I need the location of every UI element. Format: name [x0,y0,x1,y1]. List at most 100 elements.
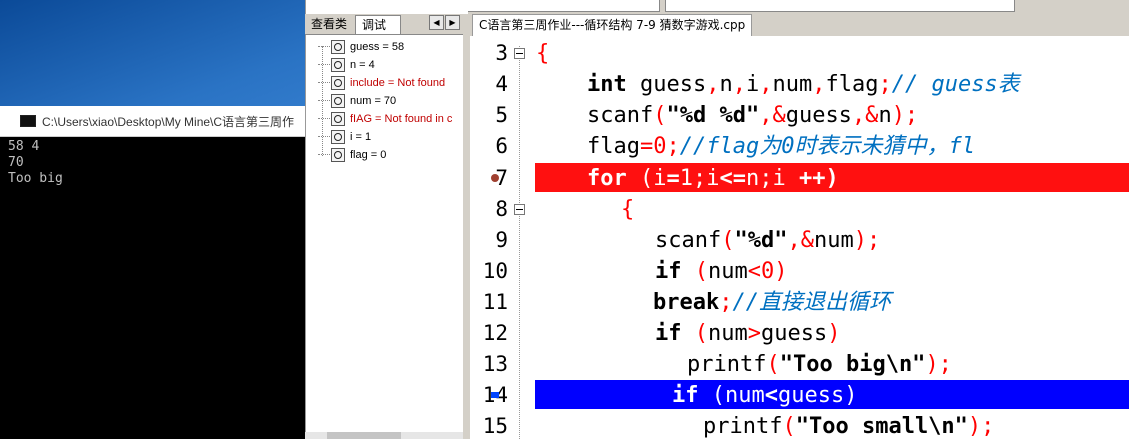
code-token: printf [687,352,767,377]
code-line: 3 { [470,38,1129,69]
watch-item[interactable]: num = 70 [318,92,468,110]
code-token: if [672,383,699,408]
panel-tabs: 查看类 调试 ◀ ▶ [305,14,468,35]
watch-text: num = 70 [350,95,397,107]
panel-splitter[interactable] [463,14,470,439]
code-text: break;//直接退出循环 [653,290,891,315]
code-token: num [708,321,748,346]
watch-icon [331,76,345,90]
tree-connector [318,118,330,120]
code-token: n [719,72,733,97]
code-token: if [655,259,682,284]
console-output-line: Too big [8,171,63,186]
tree-connector [318,46,330,48]
line-number: 8 [495,197,508,221]
code-line: 12 if (num>guess) [470,318,1129,349]
tree-connector [318,82,330,84]
code-comment: //直接退出循环 [732,290,891,315]
code-comment: // guess表 [891,72,1020,97]
watch-text: n = 4 [350,59,375,71]
watch-icon [331,130,345,144]
code-token: int [587,72,627,97]
tree-connector [318,154,330,156]
code-text: int guess,n,i,num,flag;// guess表 [587,72,1020,97]
watch-item[interactable]: include = Not found [318,74,468,92]
console-window[interactable]: C:\Users\xiao\Desktop\My Mine\C语言第三周作 58… [0,106,305,439]
code-token: num [772,72,813,97]
tree-connector [318,64,330,66]
code-token: i [706,166,720,191]
code-comment: //flag为0时表示未猜中，fl [679,134,975,159]
code-token: guess [785,103,852,128]
code-line: 15 printf("Too small\n"); [470,411,1129,439]
console-output-line: 58 4 [8,139,40,154]
code-text: scanf("%d %d",&guess,&n); [587,103,919,128]
code-text: scanf("%d",&num); [655,228,881,253]
watch-text: include = Not found [350,77,446,89]
code-string: "Too small\n" [795,414,968,439]
code-line: 5 scanf("%d %d",&guess,&n); [470,100,1129,131]
tab-class-view[interactable]: 查看类 [305,15,355,34]
watch-text: guess = 58 [350,41,405,53]
watch-item[interactable]: i = 1 [318,128,468,146]
breakpoint-icon[interactable] [491,174,499,182]
code-text: printf("Too small\n"); [703,414,995,439]
code-token: i [772,166,799,191]
tab-scroll-right-button[interactable]: ▶ [445,15,460,30]
watch-item[interactable]: n = 4 [318,56,468,74]
editor-file-tab[interactable]: C语言第三周作业---循环结构 7-9 猜数字游戏.cpp [472,14,753,36]
code-string: "%d %d" [666,103,760,128]
members-dropdown[interactable] [665,0,1015,12]
code-token: guess [778,383,845,408]
code-token: guess [626,72,707,97]
console-app-icon [20,115,36,127]
execution-pointer-icon [491,392,499,398]
code-line: 8 { [470,194,1129,225]
code-line: 9 scanf("%d",&num); [470,225,1129,256]
line-number: 3 [495,41,508,65]
code-text: for (i=1;i<=n;i ++) [587,166,839,191]
code-token: i [745,72,760,97]
code-string: "Too big\n" [779,352,926,377]
watch-icon [331,58,345,72]
code-token: n [878,103,892,128]
code-text: { [621,194,634,225]
tab-scroll-left-button[interactable]: ◀ [429,15,444,30]
watch-icon [331,40,345,54]
code-line-breakpoint: 7 for (i=1;i<=n;i ++) [470,163,1129,194]
code-token: 1 [679,166,693,191]
code-editor[interactable]: 3 { 4 int guess,n,i,num,flag;// guess表 5… [470,36,1129,439]
code-line: 13 printf("Too big\n"); [470,349,1129,380]
line-number: 11 [482,290,508,314]
line-number: 4 [495,72,508,96]
tree-connector [318,100,330,102]
code-token: { [536,41,550,66]
console-titlebar[interactable]: C:\Users\xiao\Desktop\My Mine\C语言第三周作 [0,106,305,137]
line-number: 9 [495,228,508,252]
watch-item[interactable]: fIAG = Not found in c [318,110,468,128]
code-token: guess [761,321,828,346]
code-line: 4 int guess,n,i,num,flag;// guess表 [470,69,1129,100]
watch-item[interactable]: flag = 0 [318,146,468,164]
watch-text: fIAG = Not found in c [350,113,453,125]
code-token: (i [626,166,667,191]
code-token: 0 [761,259,775,284]
fold-collapse-icon[interactable] [514,48,525,59]
code-token: break [653,290,720,315]
panel-horizontal-scrollbar[interactable] [305,432,463,439]
watch-icon [331,94,345,108]
code-token: num [813,228,854,253]
fold-collapse-icon[interactable] [514,204,525,215]
watch-icon [331,112,345,126]
code-token: flag [825,72,879,97]
code-line: 6 flag=0;//flag为0时表示未猜中，fl [470,131,1129,162]
tab-debug[interactable]: 调试 [355,15,401,34]
console-title-text: C:\Users\xiao\Desktop\My Mine\C语言第三周作 [42,114,295,129]
code-token: num [708,259,748,284]
code-token: scanf [587,103,654,128]
scrollbar-thumb[interactable] [327,432,401,439]
code-token: num [725,383,765,408]
watch-item[interactable]: guess = 58 [318,38,468,56]
code-text: printf("Too big\n"); [687,352,952,377]
code-token: printf [703,414,783,439]
